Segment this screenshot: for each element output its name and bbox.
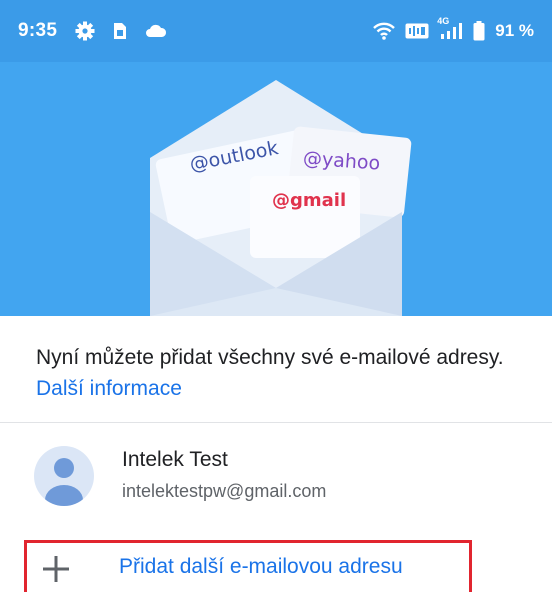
cloud-icon: [145, 24, 167, 38]
status-time: 9:35: [18, 20, 58, 41]
add-email-address-button[interactable]: Přidat další e-mailovou adresu: [24, 540, 472, 592]
plus-icon: [41, 554, 71, 584]
network-type-label: 4G: [437, 16, 450, 26]
account-email: intelektestpw@gmail.com: [122, 481, 327, 501]
vowifi-icon: [405, 23, 429, 39]
battery-icon: [473, 21, 485, 41]
info-message: Nyní můžete přidat všechny své e-mailové…: [36, 346, 504, 369]
info-text: Nyní můžete přidat všechny své e-mailové…: [36, 342, 526, 404]
learn-more-link[interactable]: Další informace: [36, 377, 182, 400]
sim-card-icon: [113, 22, 127, 40]
gmail-tag: @gmail: [272, 190, 347, 211]
account-row[interactable]: Intelek Test intelektestpw@gmail.com: [0, 428, 552, 522]
account-name: Intelek Test: [122, 448, 228, 471]
avatar-person-icon: [34, 446, 94, 506]
add-email-address-label: Přidat další e-mailovou adresu: [119, 555, 403, 578]
hero-banner: @outlook @yahoo @gmail: [0, 62, 552, 316]
settings-gear-icon: [75, 21, 95, 41]
envelope-illustration: [150, 80, 412, 316]
status-bar: 9:35 4G 91 %: [0, 0, 552, 62]
divider: [0, 422, 552, 423]
battery-percent: 91 %: [495, 21, 534, 40]
wifi-icon: [373, 22, 396, 40]
signal-icon: 4G: [437, 16, 463, 40]
